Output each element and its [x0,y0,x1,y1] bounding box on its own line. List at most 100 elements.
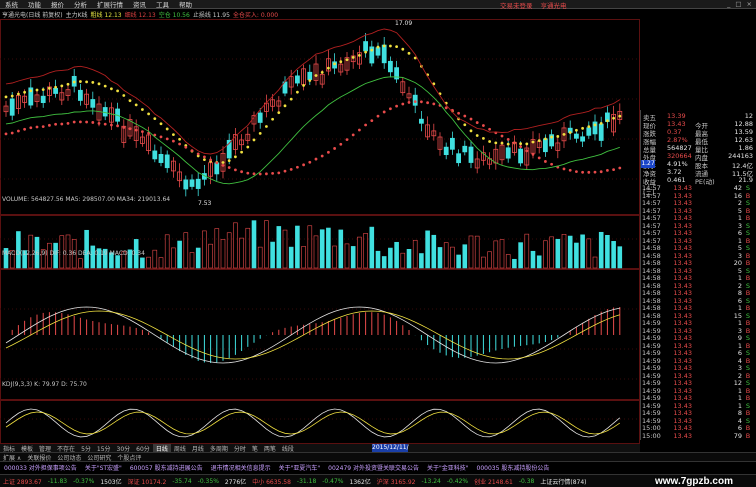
red-dotted-line [72,120,76,124]
menu-item-extended-quote[interactable]: 扩展行情 [92,0,128,9]
news-item[interactable]: 600057 股东减持进展公告 [126,463,207,472]
menu-item-tools[interactable]: 工具 [151,0,174,9]
red-dotted-line [283,169,287,173]
index-quote: -0.35% [197,477,219,485]
red-dotted-line [246,171,250,175]
volume-bar [443,242,449,269]
candle-body [598,123,604,141]
red-dotted-line [48,123,51,127]
red-dotted-line [203,155,206,159]
red-dotted-line [134,128,138,132]
yellow-dotted-line [227,159,231,163]
news-item[interactable]: 000035 股东减持股份公告 [473,463,554,472]
trade-login-status[interactable]: 交易未登录 [500,0,533,10]
kline-chart[interactable]: 17.09 7.53 [0,19,640,444]
red-dotted-line [389,107,392,111]
red-dotted-line [60,122,64,126]
menu-item-quote[interactable]: 报价 [46,0,69,9]
close-icon[interactable]: × [747,1,752,8]
red-dotted-line [215,161,219,165]
yellow-dotted-line [17,92,20,96]
menu-item-help[interactable]: 帮助 [174,0,197,9]
panel-frame [0,269,640,400]
stop-loss-line [5,28,621,155]
red-dotted-line [79,120,82,124]
volume-bar [487,251,492,269]
yellow-dotted-line [141,108,144,111]
red-dotted-line [358,128,361,132]
quote-label-2: 量比 [695,146,708,154]
menu-item-info[interactable]: 资讯 [128,0,151,9]
red-dotted-line [209,158,213,162]
candle-body [102,107,108,117]
red-dotted-line [165,137,169,141]
red-dotted-line [265,172,268,176]
yellow-dotted-line [575,128,578,132]
red-dotted-line [612,168,615,172]
index-quote: -0.38 [518,477,535,485]
quote-row: 卖五 13.39 12 [641,112,756,122]
volume-bar [530,250,536,269]
red-dotted-line [513,141,516,145]
tick-price: 13.43 [673,431,692,440]
volume-bar [518,242,523,269]
index-quote: 深证 10174.2 [127,478,167,486]
news-item[interactable]: 关于"亚夏汽车" [275,463,325,472]
yellow-dotted-line [91,81,95,84]
news-item[interactable]: 退市情况相关信息提示 [207,463,275,472]
news-item[interactable]: 000033 对外担保事项公告 [0,463,81,472]
yellow-dotted-line [147,112,151,116]
yellow-dotted-line [10,94,14,98]
volume-bar [419,253,424,269]
yellow-dotted-line [252,138,256,142]
red-dotted-line [407,101,411,104]
red-dotted-line [296,165,299,169]
yellow-dotted-line [35,88,39,92]
legend-item: 空仓 10.56 [158,12,190,19]
yellow-dotted-line [221,161,225,164]
yellow-dotted-line [165,127,169,131]
red-dotted-line [531,152,535,156]
minimize-icon[interactable]: _ [727,1,730,8]
volume-bar [549,236,554,269]
maximize-icon[interactable]: □ [735,1,741,8]
volume-bar [195,247,201,269]
red-dotted-line [618,166,622,170]
quote-value: 2.87% [667,136,688,144]
news-item[interactable]: 关于"金亚科技" [423,463,473,472]
red-dotted-line [122,126,126,129]
window-controls: _ □ × [727,1,752,8]
volume-bar [567,235,573,269]
yellow-dotted-line [488,140,491,143]
panel-frame [0,400,640,444]
red-dotted-line [196,152,200,156]
menu-item-analysis[interactable]: 分析 [69,0,92,9]
yellow-dotted-line [556,135,560,138]
red-dotted-line [599,170,603,174]
volume-bar [140,257,145,269]
candle-body [307,71,313,80]
candle-body [443,146,449,156]
menu-bar: 系统 功能 报价 分析 扩展行情 资讯 工具 帮助 交易未登录 亨通光电 _ □… [0,0,756,10]
news-item[interactable]: 关于"ST宏盛" [81,463,126,472]
red-dotted-line [41,125,45,129]
yellow-dotted-line [401,47,405,51]
yellow-dotted-line [370,48,374,52]
red-dotted-line [172,139,175,143]
news-ticker: 000033 对外担保事项公告 关于"ST宏盛" 600057 股东减持进展公告 退市… [0,461,756,473]
menu-item-system[interactable]: 系统 [0,0,23,9]
red-dotted-line [475,121,479,124]
news-item[interactable]: 002479 对外投资暨关联交易公告 [324,463,423,472]
volume-bar [202,230,207,269]
yellow-dotted-line [606,119,609,123]
quote-row: 净资 3.72 流通 11.5亿 [641,168,756,178]
menu-item-function[interactable]: 功能 [23,0,46,9]
quote-label: 收益(三) [643,178,656,196]
quote-label-2: 流通 [695,170,708,178]
volume-bar [375,250,381,269]
red-dotted-line [141,130,144,133]
volume-bar [313,235,319,269]
red-dotted-line [463,114,467,118]
red-dotted-line [227,166,231,169]
yellow-dotted-line [345,58,349,62]
